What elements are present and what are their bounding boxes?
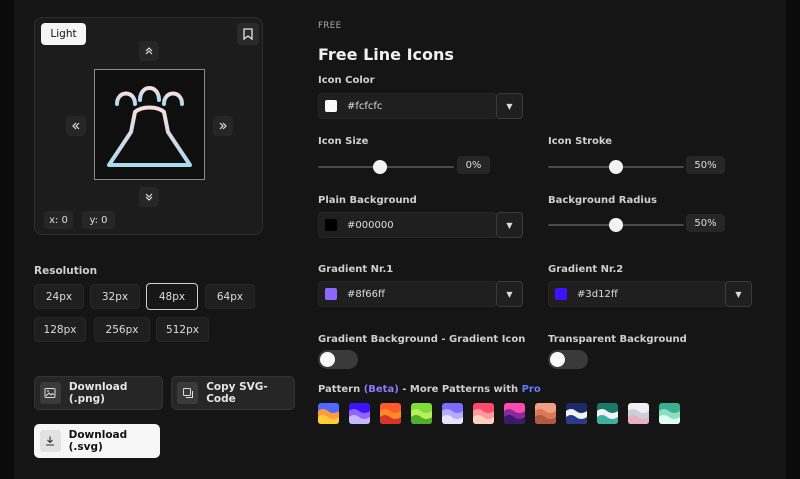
pattern-swatch-12[interactable] <box>659 403 680 424</box>
res-128[interactable]: 128px <box>34 317 86 342</box>
gradient-toggle[interactable] <box>318 350 358 369</box>
transparent-toggle-label: Transparent Background <box>548 334 687 345</box>
icon-canvas <box>94 69 205 180</box>
free-badge: FREE <box>318 21 342 31</box>
icon-stroke-value: 50% <box>686 156 725 174</box>
download-png-label: Download (.png) <box>68 381 128 405</box>
bg-radius-thumb[interactable] <box>609 218 623 232</box>
res-512[interactable]: 512px <box>156 317 209 342</box>
gradient2-value: #3d12ff <box>577 288 618 300</box>
pattern-swatch-6[interactable] <box>473 403 494 424</box>
pattern-beta: (Beta) <box>363 384 399 395</box>
icon-color-value: #fcfcfc <box>347 100 383 112</box>
plain-bg-swatch <box>325 219 337 231</box>
bookmark-icon[interactable] <box>237 23 259 45</box>
pattern-swatch-2[interactable] <box>349 403 370 424</box>
res-24[interactable]: 24px <box>34 284 84 309</box>
copy-icon <box>177 382 199 404</box>
res-32[interactable]: 32px <box>90 284 140 309</box>
gradient1-label: Gradient Nr.1 <box>318 264 394 275</box>
image-icon <box>40 382 61 404</box>
pattern-swatch-4[interactable] <box>411 403 432 424</box>
icon-color-swatch <box>325 100 337 112</box>
transparent-toggle-knob <box>550 352 565 367</box>
pattern-pro-link[interactable]: Pro <box>522 384 541 395</box>
res-48[interactable]: 48px <box>146 283 198 310</box>
icon-stroke-slider[interactable] <box>548 160 684 174</box>
transparent-toggle[interactable] <box>548 350 588 369</box>
pattern-label: Pattern (Beta) - More Patterns with Pro <box>318 384 541 395</box>
icon-size-label: Icon Size <box>318 136 369 147</box>
resolution-label: Resolution <box>34 265 98 277</box>
gradient-toggle-knob <box>320 352 335 367</box>
coord-y: y: 0 <box>82 211 115 229</box>
copy-svg-button[interactable]: Copy SVG-Code <box>171 376 295 410</box>
pattern-swatch-3[interactable] <box>380 403 401 424</box>
gradient1-value: #8f66ff <box>347 288 385 300</box>
copy-svg-label: Copy SVG-Code <box>206 381 268 405</box>
download-icon <box>40 430 61 452</box>
pattern-swatch-7[interactable] <box>504 403 525 424</box>
icon-color-label: Icon Color <box>318 75 375 86</box>
pattern-label-pre: Pattern <box>318 384 364 395</box>
gradient1-field[interactable]: #8f66ff <box>318 281 497 307</box>
icon-size-thumb[interactable] <box>372 160 387 174</box>
download-png-button[interactable]: Download (.png) <box>34 376 163 410</box>
pattern-swatch-1[interactable] <box>318 403 339 424</box>
move-down-icon[interactable] <box>139 187 159 207</box>
pattern-swatch-5[interactable] <box>442 403 463 424</box>
pattern-swatch-8[interactable] <box>535 403 556 424</box>
plain-bg-dropdown[interactable]: ▼ <box>496 212 523 238</box>
move-left-icon[interactable] <box>66 116 86 136</box>
move-up-icon[interactable] <box>139 41 159 61</box>
gradient2-label: Gradient Nr.2 <box>548 264 624 275</box>
gradient2-dropdown[interactable]: ▼ <box>725 281 752 307</box>
icon-color-dropdown[interactable]: ▼ <box>496 93 523 119</box>
res-256[interactable]: 256px <box>94 317 150 342</box>
icon-stroke-thumb[interactable] <box>609 160 623 174</box>
icon-size-slider[interactable] <box>318 160 454 174</box>
bg-radius-value: 50% <box>686 214 725 232</box>
gradient1-swatch <box>325 288 337 300</box>
volcano-icon <box>107 86 192 167</box>
bg-radius-label: Background Radius <box>548 195 657 206</box>
icon-stroke-label: Icon Stroke <box>548 136 613 147</box>
icon-color-field[interactable]: #fcfcfc <box>318 93 497 119</box>
icon-preview-panel: Light x: 0 y: 0 <box>34 17 263 235</box>
move-right-icon[interactable] <box>213 116 233 136</box>
theme-toggle-button[interactable]: Light <box>41 23 86 45</box>
plain-bg-field[interactable]: #000000 <box>318 212 497 238</box>
pattern-swatch-10[interactable] <box>597 403 618 424</box>
gradient2-swatch <box>555 288 567 300</box>
gradient-toggle-label: Gradient Background - Gradient Icon <box>318 334 526 345</box>
res-64[interactable]: 64px <box>205 284 255 309</box>
plain-bg-value: #000000 <box>347 219 394 231</box>
bg-radius-slider[interactable] <box>548 218 684 232</box>
gradient2-field[interactable]: #3d12ff <box>548 281 727 307</box>
pattern-swatch-11[interactable] <box>628 403 649 424</box>
download-svg-button[interactable]: Download (.svg) <box>34 424 160 458</box>
pattern-label-mid: - More Patterns with <box>398 384 522 395</box>
pattern-swatch-9[interactable] <box>566 403 587 424</box>
download-svg-label: Download (.svg) <box>68 429 128 453</box>
pattern-swatches <box>318 403 680 424</box>
plain-bg-label: Plain Background <box>318 195 417 206</box>
app-root: Light x: 0 y: 0 Resolution 24px 32px 48p… <box>14 0 786 479</box>
page-title: Free Line Icons <box>318 45 454 64</box>
gradient1-dropdown[interactable]: ▼ <box>496 281 523 307</box>
icon-size-value: 0% <box>457 156 490 174</box>
coord-x: x: 0 <box>44 211 73 229</box>
